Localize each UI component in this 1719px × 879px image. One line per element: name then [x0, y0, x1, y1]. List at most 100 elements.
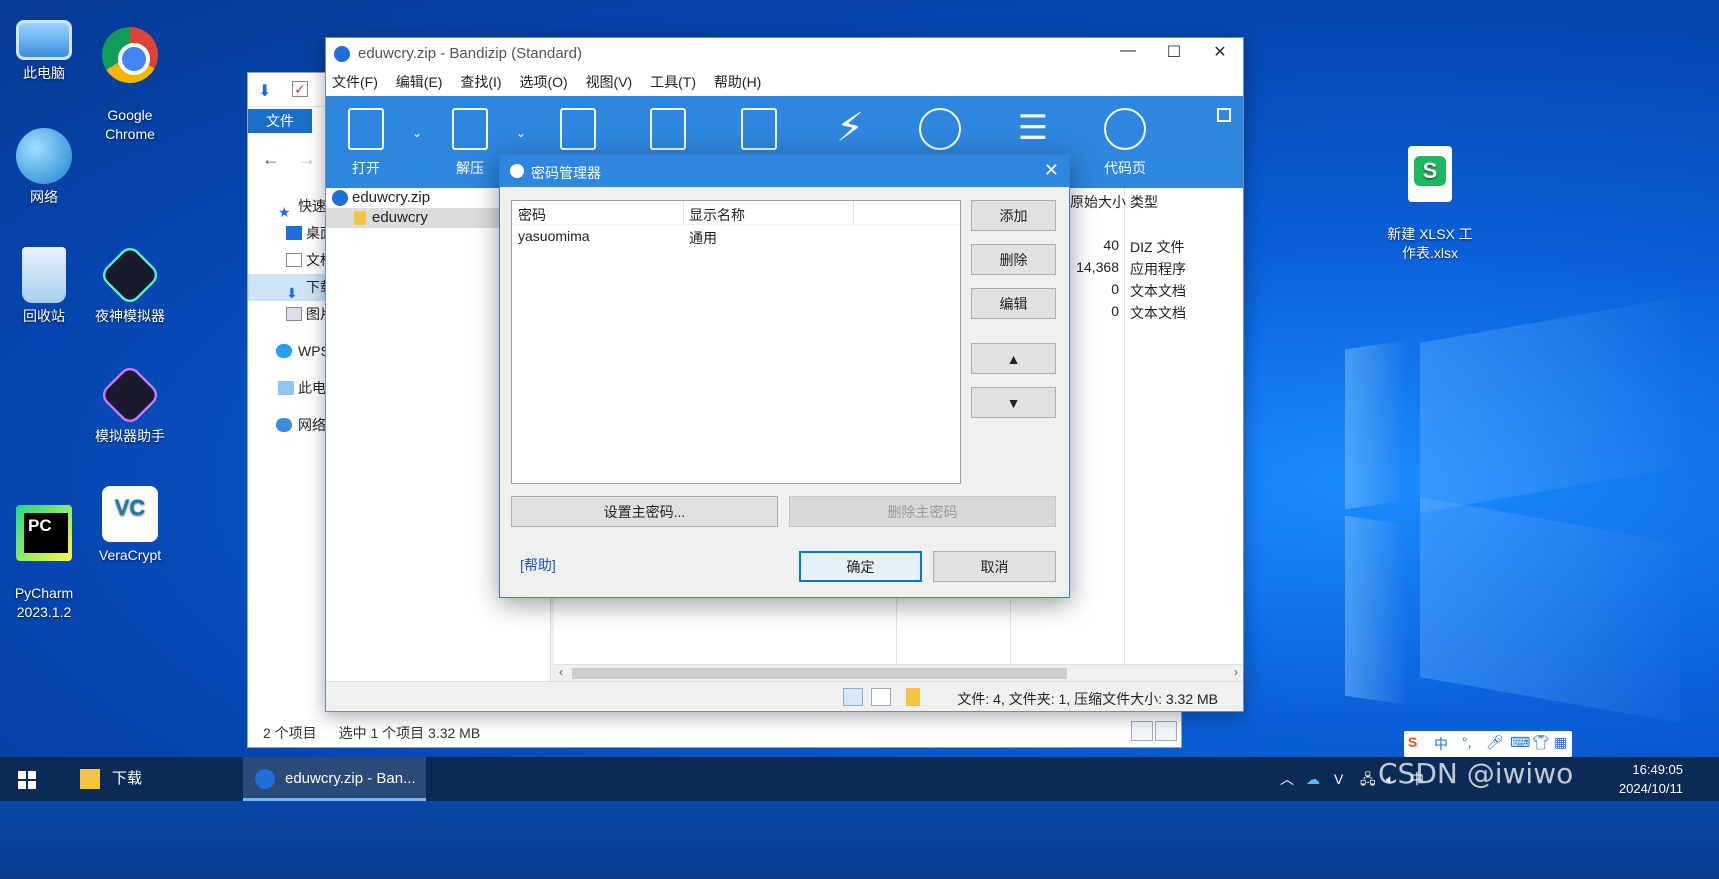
desktop-icon-label: VeraCrypt: [98, 547, 162, 563]
bandizip-app-icon: [334, 46, 350, 62]
explorer-nav-tree: ★ 快速 桌面 文档 ⬇ 下载 图片 WPS 此电 网络: [248, 193, 328, 439]
desktop-icon-xlsx[interactable]: 新建 XLSX 工 作表.xlsx: [1374, 127, 1486, 282]
codepage-button[interactable]: 代码页: [1095, 108, 1155, 178]
horizontal-scrollbar[interactable]: ‹ ›: [554, 664, 1243, 681]
open-dropdown-icon[interactable]: ⌄: [412, 126, 422, 140]
delete-button[interactable]: 删除: [971, 244, 1056, 275]
menu-help[interactable]: 帮助(H): [714, 70, 761, 94]
edit-button[interactable]: 编辑: [971, 288, 1056, 319]
thumbnail-view-icon[interactable]: [1155, 721, 1177, 741]
maximize-icon[interactable]: ☐: [1151, 42, 1197, 62]
network-tray-icon[interactable]: 🖧︎: [1360, 757, 1376, 801]
desktop-icon-nox-helper[interactable]: 模拟器助手: [82, 363, 178, 446]
menu-view[interactable]: 视图(V): [586, 70, 633, 94]
layout-toggle-icon[interactable]: [1217, 108, 1231, 122]
cloud-icon: [276, 344, 292, 358]
move-down-button[interactable]: ▼: [971, 387, 1056, 418]
details-view-icon[interactable]: [1131, 721, 1153, 741]
tree-item-wps[interactable]: WPS: [248, 338, 328, 365]
grid-menu-icon[interactable]: ▦: [1554, 734, 1567, 751]
onedrive-icon[interactable]: ☁: [1306, 757, 1320, 801]
csdn-watermark: CSDN @iwiwo: [1378, 757, 1574, 790]
add-files-button[interactable]: [638, 108, 698, 158]
menu-file[interactable]: 文件(F): [332, 70, 378, 94]
properties-check-icon[interactable]: ✓: [292, 81, 308, 97]
item-count: 2 个项目: [263, 725, 317, 741]
punctuation-icon[interactable]: °,: [1462, 734, 1472, 750]
desktop-icon-pycharm[interactable]: PyCharm 2023.1.2: [0, 486, 92, 641]
desktop-icon-nox[interactable]: 夜神模拟器: [82, 243, 178, 326]
desktop-icon-chrome[interactable]: Google Chrome: [82, 8, 178, 163]
column-original-size[interactable]: 原始大小: [1070, 192, 1126, 212]
antivirus-button[interactable]: [910, 108, 970, 158]
details-view-icon[interactable]: [843, 688, 863, 706]
desktop-icon-network[interactable]: 网络: [0, 128, 92, 207]
password-row[interactable]: yasuomima 通用: [512, 225, 960, 248]
file-type: 文本文档: [1130, 305, 1186, 321]
system-clock[interactable]: 16:49:05 2024/10/11: [1619, 760, 1683, 798]
desktop-icon-this-pc[interactable]: 此电脑: [0, 12, 92, 83]
forward-arrow-icon[interactable]: →: [298, 149, 316, 169]
extract-dropdown-icon[interactable]: ⌄: [516, 126, 526, 140]
column-password[interactable]: 密码: [518, 205, 546, 225]
taskbar-app-downloads[interactable]: 下载: [68, 757, 236, 801]
wallpaper-beam: [1345, 340, 1405, 510]
delete-master-password-button[interactable]: 删除主密码: [789, 496, 1056, 527]
cancel-button[interactable]: 取消: [933, 551, 1056, 582]
tree-item-downloads[interactable]: ⬇ 下载: [248, 274, 328, 301]
desktop-icon-label: 模拟器助手: [95, 428, 165, 444]
xlsx-file-icon: [1408, 146, 1452, 202]
menu-tools[interactable]: 工具(T): [650, 70, 696, 94]
tree-item-pictures[interactable]: 图片: [248, 301, 328, 328]
menu-find[interactable]: 查找(I): [460, 70, 501, 94]
recycle-bin-icon: [22, 247, 66, 303]
ok-button[interactable]: 确定: [799, 551, 922, 582]
keyboard-icon[interactable]: ⌨: [1510, 734, 1530, 751]
scroll-right-icon[interactable]: ›: [1234, 665, 1238, 679]
sogou-icon[interactable]: S: [1408, 734, 1417, 750]
tree-item-documents[interactable]: 文档: [248, 247, 328, 274]
open-button[interactable]: 打开: [336, 108, 396, 178]
column-type[interactable]: 类型: [1130, 192, 1158, 212]
folder-pane-icon[interactable]: [906, 688, 920, 706]
set-master-password-button[interactable]: 设置主密码...: [511, 496, 778, 527]
menu-edit[interactable]: 编辑(E): [396, 70, 443, 94]
thumbnail-view-icon[interactable]: [871, 688, 891, 706]
picture-icon: [286, 307, 302, 321]
tree-item-this-pc[interactable]: 此电: [248, 375, 328, 402]
column-display-name[interactable]: 显示名称: [689, 205, 745, 225]
tree-item-desktop[interactable]: 桌面: [248, 220, 328, 247]
veracrypt-tray-icon[interactable]: V: [1334, 757, 1343, 801]
add-button[interactable]: 添加: [971, 200, 1056, 231]
download-arrow-icon[interactable]: ⬇: [258, 81, 271, 101]
password-list[interactable]: 密码 显示名称 yasuomima 通用: [511, 200, 961, 484]
ime-language-toggle[interactable]: 中: [1434, 734, 1448, 754]
explorer-file-tab[interactable]: 文件: [248, 109, 312, 133]
back-arrow-icon[interactable]: ←: [262, 149, 280, 169]
desktop-icon-recycle-bin[interactable]: 回收站: [0, 247, 92, 326]
minimize-icon[interactable]: —: [1105, 42, 1151, 60]
help-link[interactable]: [帮助]: [520, 555, 556, 575]
tree-item-quick-access[interactable]: ★ 快速: [248, 193, 328, 220]
view-list-button[interactable]: ☰: [1003, 108, 1063, 158]
delete-files-button[interactable]: [729, 108, 789, 158]
nox-icon: [98, 243, 162, 307]
dialog-title: 密码管理器: [531, 165, 601, 181]
taskbar-app-bandizip[interactable]: eduwcry.zip - Ban...: [243, 757, 426, 801]
desktop-icon-veracrypt[interactable]: VeraCrypt: [82, 486, 178, 565]
desktop-icon-label: 此电脑: [23, 65, 65, 81]
move-up-button[interactable]: ▲: [971, 343, 1056, 374]
menu-options[interactable]: 选项(O): [519, 70, 567, 94]
scroll-left-icon[interactable]: ‹: [559, 665, 563, 679]
test-archive-button[interactable]: ⚡: [820, 108, 880, 158]
scroll-thumb[interactable]: [572, 668, 1067, 679]
show-hidden-icons[interactable]: ︿: [1280, 757, 1294, 801]
microphone-icon[interactable]: 🎤︎: [1486, 734, 1504, 751]
extract-button[interactable]: 解压: [440, 108, 500, 178]
close-icon[interactable]: ✕: [1197, 42, 1243, 62]
skin-icon[interactable]: 👕︎: [1532, 734, 1550, 751]
start-button[interactable]: [18, 771, 36, 789]
tree-item-network[interactable]: 网络: [248, 412, 328, 439]
close-icon[interactable]: ✕: [1044, 160, 1059, 181]
new-archive-button[interactable]: [548, 108, 608, 158]
